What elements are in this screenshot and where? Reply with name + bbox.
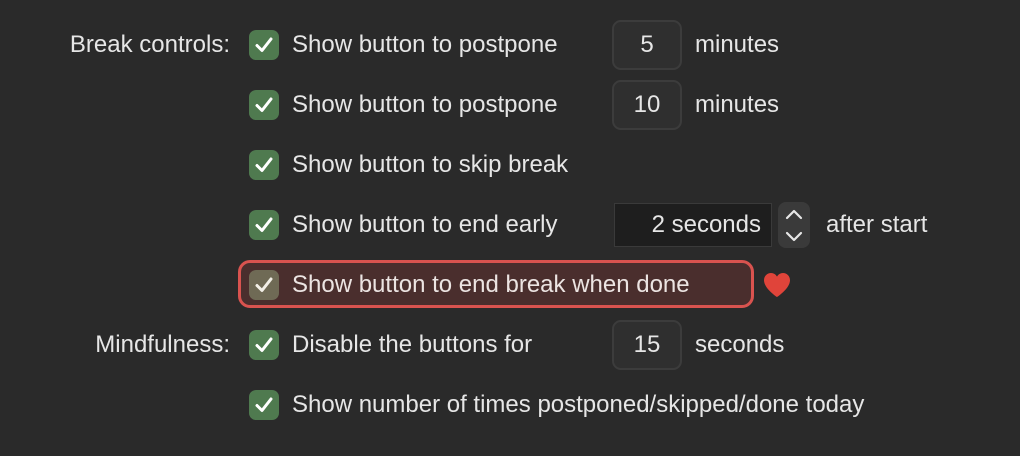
postpone-row-1: Break controls: Show button to postpone …	[0, 20, 1020, 70]
skip-label: Show button to skip break	[292, 151, 569, 178]
postpone-2-minutes-field[interactable]: 10	[612, 80, 682, 130]
end-early-duration-field[interactable]: 2 seconds	[614, 203, 772, 247]
postpone-1-minutes-field[interactable]: 5	[612, 20, 682, 70]
end-early-suffix: after start	[826, 211, 928, 238]
chevron-down-icon	[785, 231, 803, 241]
end-when-done-label: Show button to end break when done	[292, 271, 690, 298]
postpone-1-unit: minutes	[695, 31, 780, 58]
end-early-stepper[interactable]	[778, 202, 810, 248]
end-when-done-checkbox[interactable]	[249, 270, 279, 300]
skip-row: Show button to skip break	[0, 145, 1020, 185]
end-early-checkbox[interactable]	[249, 210, 279, 240]
postpone-2-unit: minutes	[695, 91, 780, 118]
disable-buttons-checkbox[interactable]	[249, 330, 279, 360]
break-settings-panel: Break controls: Show button to postpone …	[0, 0, 1020, 456]
disable-buttons-unit: seconds	[695, 331, 785, 358]
show-counts-label: Show number of times postponed/skipped/d…	[292, 391, 865, 418]
heart-icon	[764, 273, 790, 297]
break-controls-label: Break controls:	[69, 31, 230, 58]
checkmark-icon	[255, 97, 273, 112]
postpone-1-label: Show button to postpone	[292, 31, 558, 58]
postpone-1-checkbox[interactable]	[249, 30, 279, 60]
checkmark-icon	[255, 277, 273, 292]
end-early-row: Show button to end early 2 seconds after…	[0, 202, 1020, 248]
mindfulness-label: Mindfulness:	[95, 331, 230, 358]
skip-checkbox[interactable]	[249, 150, 279, 180]
show-counts-checkbox[interactable]	[249, 390, 279, 420]
end-early-label: Show button to end early	[292, 211, 558, 238]
postpone-row-2: Show button to postpone 10 minutes	[0, 80, 1020, 130]
end-when-done-row: Show button to end break when done	[0, 265, 1020, 305]
postpone-2-label: Show button to postpone	[292, 91, 558, 118]
postpone-2-checkbox[interactable]	[249, 90, 279, 120]
disable-buttons-row: Mindfulness: Disable the buttons for 15 …	[0, 320, 1020, 370]
chevron-up-icon	[785, 209, 803, 219]
stepper-down-button[interactable]	[778, 225, 810, 248]
checkmark-icon	[255, 37, 273, 52]
disable-buttons-label: Disable the buttons for	[292, 331, 533, 358]
stepper-up-button[interactable]	[778, 202, 810, 225]
checkmark-icon	[255, 337, 273, 352]
checkmark-icon	[255, 217, 273, 232]
checkmark-icon	[255, 397, 273, 412]
show-counts-row: Show number of times postponed/skipped/d…	[0, 385, 1020, 425]
checkmark-icon	[255, 157, 273, 172]
disable-buttons-seconds-field[interactable]: 15	[612, 320, 682, 370]
